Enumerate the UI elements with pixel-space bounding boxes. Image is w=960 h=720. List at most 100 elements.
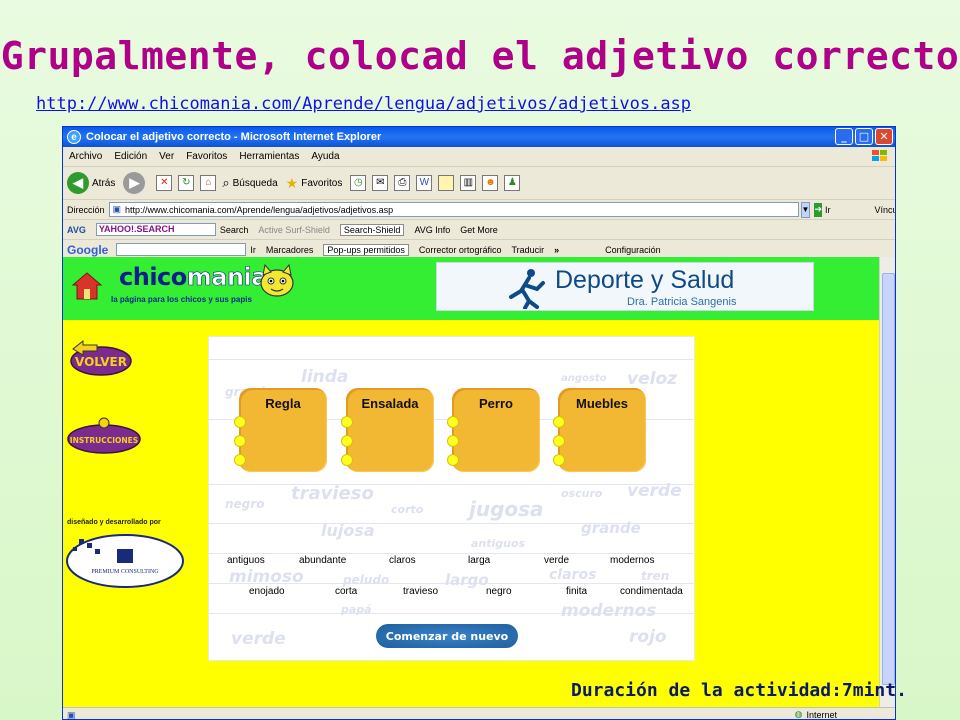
google-go-button[interactable]: Ir (250, 245, 256, 255)
chicomania-logo[interactable]: chicomania la página para los chicos y s… (71, 263, 301, 315)
print-icon[interactable]: ⎙ (394, 175, 411, 191)
translate-button[interactable]: Traducir (511, 245, 544, 255)
watermark-word: corto (391, 503, 424, 516)
drop-slot[interactable] (341, 416, 353, 428)
favorites-button[interactable]: ★ Favoritos (286, 175, 343, 192)
box-label: Muebles (575, 396, 628, 411)
popups-button[interactable]: Pop-ups permitidos (323, 243, 409, 256)
volver-button[interactable]: VOLVER (69, 335, 133, 377)
slide-title: Grupalmente, colocad el adjetivo correct… (0, 34, 960, 78)
draggable-word[interactable]: abundante (299, 555, 346, 566)
windows-flag-icon (872, 150, 887, 161)
address-dropdown-icon[interactable]: ▼ (800, 201, 811, 218)
drop-slot[interactable] (553, 454, 565, 466)
menu-archivo[interactable]: Archivo (69, 151, 102, 162)
box-label: Ensalada (361, 396, 419, 411)
links-label[interactable]: Vínculos (874, 205, 895, 215)
draggable-word[interactable]: enojado (249, 586, 285, 597)
drop-box-ensalada[interactable]: Ensalada (341, 388, 434, 472)
bookmarks-button[interactable]: Marcadores (266, 245, 314, 255)
address-label: Dirección (67, 204, 105, 215)
draggable-word[interactable]: larga (468, 555, 490, 566)
runner-figure-icon (509, 269, 545, 309)
forward-button[interactable]: ▶ (123, 172, 148, 194)
draggable-word[interactable]: finita (566, 586, 587, 597)
page-done-icon: ▣ (67, 709, 76, 720)
restart-button[interactable]: Comenzar de nuevo (376, 624, 518, 648)
drop-slot[interactable] (234, 454, 246, 466)
get-more-button[interactable]: Get More (460, 225, 498, 235)
menu-edicion[interactable]: Edición (114, 151, 147, 162)
watermark-word: veloz (627, 369, 678, 389)
go-arrow-icon[interactable]: ➔ (814, 202, 822, 217)
drop-box-muebles[interactable]: Muebles (553, 388, 646, 472)
menu-herramientas[interactable]: Herramientas (239, 151, 299, 162)
search-button[interactable]: ⌕ Búsqueda (222, 175, 277, 191)
credits-text: diseñado y desarrollado por (67, 519, 161, 526)
drop-slot[interactable] (447, 454, 459, 466)
address-input[interactable]: ▣ http://www.chicomania.com/Aprende/leng… (108, 202, 799, 217)
active-surf-shield[interactable]: Active Surf-Shield (258, 225, 330, 235)
sponsor-banner[interactable]: Deporte y Salud Dra. Patricia Sangenis (436, 262, 814, 311)
drop-slot[interactable] (447, 416, 459, 428)
draggable-word[interactable]: verde (544, 555, 569, 566)
avg-toolbar: AVG YAHOO!.SEARCH Search Active Surf-Shi… (63, 220, 895, 240)
discuss-icon[interactable] (438, 175, 455, 191)
drop-slot[interactable] (553, 435, 565, 447)
more-chevron[interactable]: » (554, 245, 559, 255)
menu-ayuda[interactable]: Ayuda (311, 151, 339, 162)
drop-slot[interactable] (341, 435, 353, 447)
stop-icon[interactable]: ✕ (156, 175, 173, 191)
messenger-icon[interactable]: ☻ (482, 175, 499, 191)
draggable-word[interactable]: travieso (403, 586, 438, 597)
instrucciones-button[interactable]: INSTRUCCIONES (67, 417, 141, 455)
yahoo-search-input[interactable]: YAHOO!.SEARCH (95, 223, 216, 236)
minimize-button[interactable]: _ (835, 128, 853, 145)
go-label[interactable]: Ir (825, 205, 831, 215)
draggable-word[interactable]: corta (335, 586, 357, 597)
drop-box-perro[interactable]: Perro (447, 388, 540, 472)
spell-check-button[interactable]: Corrector ortográfico (419, 245, 502, 255)
back-button[interactable]: ◀ Atrás (67, 172, 115, 194)
drop-slot[interactable] (553, 416, 565, 428)
maximize-button[interactable]: □ (855, 128, 873, 145)
history-icon[interactable]: ◷ (350, 175, 367, 191)
title-bar: e Colocar el adjetivo correcto - Microso… (63, 127, 895, 147)
menu-ver[interactable]: Ver (159, 151, 174, 162)
box-label: Perro (479, 396, 513, 411)
watermark-word: verde (627, 481, 682, 501)
close-button[interactable]: ✕ (875, 128, 893, 145)
draggable-word[interactable]: modernos (610, 555, 654, 566)
avg-info-button[interactable]: AVG Info (414, 225, 450, 235)
draggable-word[interactable]: claros (389, 555, 416, 566)
drop-slot[interactable] (234, 435, 246, 447)
research-icon[interactable]: ▥ (460, 175, 477, 191)
watermark-word: peludo (343, 573, 390, 587)
google-search-input[interactable] (116, 243, 247, 256)
scroll-thumb[interactable] (882, 273, 895, 685)
menu-favoritos[interactable]: Favoritos (186, 151, 227, 162)
settings-button[interactable]: Configuración (605, 245, 661, 255)
drop-slot[interactable] (234, 416, 246, 428)
home-icon[interactable]: ⌂ (200, 175, 217, 191)
vertical-scrollbar[interactable] (879, 257, 895, 707)
search-shield-button[interactable]: Search-Shield (339, 223, 405, 236)
watermark-word: negro (225, 497, 265, 511)
draggable-word[interactable]: condimentada (620, 586, 683, 597)
refresh-icon[interactable]: ↻ (178, 175, 195, 191)
drop-slot[interactable] (447, 435, 459, 447)
draggable-word[interactable]: negro (486, 586, 512, 597)
draggable-word[interactable]: antiguos (227, 555, 265, 566)
watermark-word: mimoso (229, 567, 304, 587)
watermark-word: tren (641, 569, 670, 583)
watermark-word: travieso (291, 483, 374, 504)
drop-box-regla[interactable]: Regla (234, 388, 327, 472)
activity-link[interactable]: http://www.chicomania.com/Aprende/lengua… (36, 94, 691, 114)
avg-logo[interactable]: AVG (67, 225, 86, 235)
premium-consulting-logo[interactable]: PREMIUM CONSULTING (65, 529, 185, 589)
mail-icon[interactable]: ✉ (372, 175, 389, 191)
users-icon[interactable]: ♟ (504, 175, 521, 191)
edit-icon[interactable]: W (416, 175, 433, 191)
drop-slot[interactable] (341, 454, 353, 466)
yahoo-search-button[interactable]: Search (220, 225, 249, 235)
